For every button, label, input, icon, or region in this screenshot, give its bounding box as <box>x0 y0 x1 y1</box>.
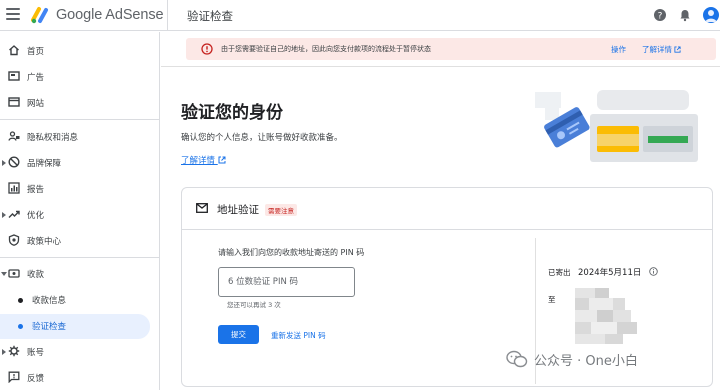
alert-action-link[interactable]: 操作 <box>611 44 626 55</box>
payment-hold-alert: 由于您需要验证自己的地址，因此向您支付款项的流程处于暂停状态 操作 了解详情 <box>186 38 716 60</box>
learn-more-link[interactable]: 了解详情 <box>181 154 226 166</box>
identity-verification-illustration <box>535 90 698 162</box>
optimize-icon <box>8 210 20 218</box>
watermark: 公众号 · One小白 <box>506 348 638 370</box>
brand-safety-icon <box>8 156 20 168</box>
card-header: 地址验证 需要注意 <box>182 188 712 230</box>
sidebar-item-optimize[interactable]: 优化 <box>0 203 150 227</box>
menu-icon[interactable] <box>6 8 20 22</box>
sidebar-item-label: 验证检查 <box>32 322 67 332</box>
sidebar-item-home[interactable]: 首页 <box>0 39 150 63</box>
submit-button[interactable]: 提交 <box>218 325 259 344</box>
status-badge: 需要注意 <box>265 204 297 216</box>
attempts-remaining-hint: 您还可以再试 3 次 <box>227 301 281 309</box>
alert-learn-more-label: 了解详情 <box>642 45 672 54</box>
watermark-text: 公众号 · One小白 <box>534 353 638 369</box>
redacted-address <box>575 288 637 344</box>
sidebar-item-label: 收款信息 <box>32 296 67 306</box>
brand-name[interactable]: Google AdSense <box>56 7 164 23</box>
avatar[interactable] <box>703 7 719 23</box>
open-in-new-icon <box>674 46 681 53</box>
sidebar-item-label: 网站 <box>27 99 45 109</box>
home-icon <box>9 45 19 56</box>
adsense-logo-icon <box>31 7 48 24</box>
sidebar-item-payment-info[interactable]: 收款信息 <box>0 288 150 312</box>
info-icon[interactable] <box>649 267 658 276</box>
sidebar-item-reports[interactable]: 报告 <box>0 177 150 201</box>
mail-icon <box>196 203 208 213</box>
chevron-right-icon <box>2 349 6 355</box>
page-title: 验证检查 <box>187 9 233 23</box>
sidebar-item-label: 收款 <box>27 270 45 280</box>
sidebar-item-policy-center[interactable]: 政策中心 <box>0 229 150 253</box>
header-divider <box>167 0 168 31</box>
reports-icon <box>8 182 20 194</box>
page-description: 确认您的个人信息，让账号做好收款准备。 <box>181 133 343 143</box>
page-heading: 验证您的身份 <box>181 103 283 123</box>
sidebar-item-feedback[interactable]: 反馈 <box>0 366 150 390</box>
top-app-bar: Google AdSense 验证检查 ? <box>0 0 720 31</box>
chevron-down-icon <box>1 272 7 276</box>
alert-message: 由于您需要验证自己的地址，因此向您支付款项的流程处于暂停状态 <box>221 45 431 53</box>
sites-icon <box>8 97 20 107</box>
help-icon[interactable]: ? <box>653 8 667 22</box>
sidebar-item-label: 隐私权和消息 <box>27 133 79 143</box>
sidebar-item-sites[interactable]: 网站 <box>0 91 150 115</box>
sidebar-item-account[interactable]: 账号 <box>0 340 150 364</box>
card-title: 地址验证 <box>217 204 259 216</box>
bullet-dot-icon <box>18 324 23 329</box>
sidebar-item-label: 报告 <box>27 185 45 195</box>
bullet-dot-icon <box>18 298 23 303</box>
policy-icon <box>8 234 20 246</box>
sidebar-item-label: 广告 <box>27 73 45 83</box>
account-icon <box>8 345 20 357</box>
sidebar-item-verification[interactable]: 验证检查 <box>0 314 150 339</box>
alert-learn-more-link[interactable]: 了解详情 <box>642 44 681 55</box>
learn-more-label: 了解详情 <box>181 156 216 166</box>
ads-icon <box>8 71 20 81</box>
sidebar-divider <box>0 119 160 120</box>
notifications-bell-icon[interactable] <box>678 8 692 22</box>
pin-prompt: 请输入我们向您的收款地址寄送的 PIN 码 <box>218 248 365 257</box>
chevron-right-icon <box>2 212 6 218</box>
user-icon <box>705 10 717 22</box>
error-icon <box>201 43 213 55</box>
resend-pin-button[interactable]: 重新发送 PIN 码 <box>271 330 326 341</box>
sidebar-item-label: 优化 <box>27 211 45 221</box>
sidebar-item-brand-safety[interactable]: 品牌保障 <box>0 151 150 175</box>
chevron-right-icon <box>2 160 6 166</box>
sidebar-item-ads[interactable]: 广告 <box>0 65 150 89</box>
sent-label: 已寄出 <box>548 268 571 277</box>
feedback-icon <box>8 371 20 383</box>
sidebar-item-label: 反馈 <box>27 374 45 384</box>
sidebar-item-label: 首页 <box>27 47 45 57</box>
open-in-new-icon <box>218 156 226 164</box>
sidebar-item-privacy[interactable]: 隐私权和消息 <box>0 125 150 149</box>
sidebar-divider <box>0 257 160 258</box>
svg-text:?: ? <box>658 12 663 22</box>
sidebar-item-label: 政策中心 <box>27 237 62 247</box>
recipient-label: 至 <box>548 295 556 304</box>
sidebar-nav: 首页 广告 网站 隐私权和消息 品牌保障 报告 优化 政策中心 收款 收款信息 <box>0 32 160 390</box>
sent-date: 2024年5月11日 <box>578 268 642 278</box>
sidebar-item-payments[interactable]: 收款 <box>0 262 150 286</box>
payments-icon <box>8 269 20 278</box>
pin-input[interactable] <box>218 267 355 297</box>
section-divider <box>161 66 720 67</box>
privacy-icon <box>8 131 20 141</box>
sidebar-item-label: 品牌保障 <box>27 159 62 169</box>
sidebar-item-label: 账号 <box>27 348 45 358</box>
wechat-icon <box>506 350 528 368</box>
